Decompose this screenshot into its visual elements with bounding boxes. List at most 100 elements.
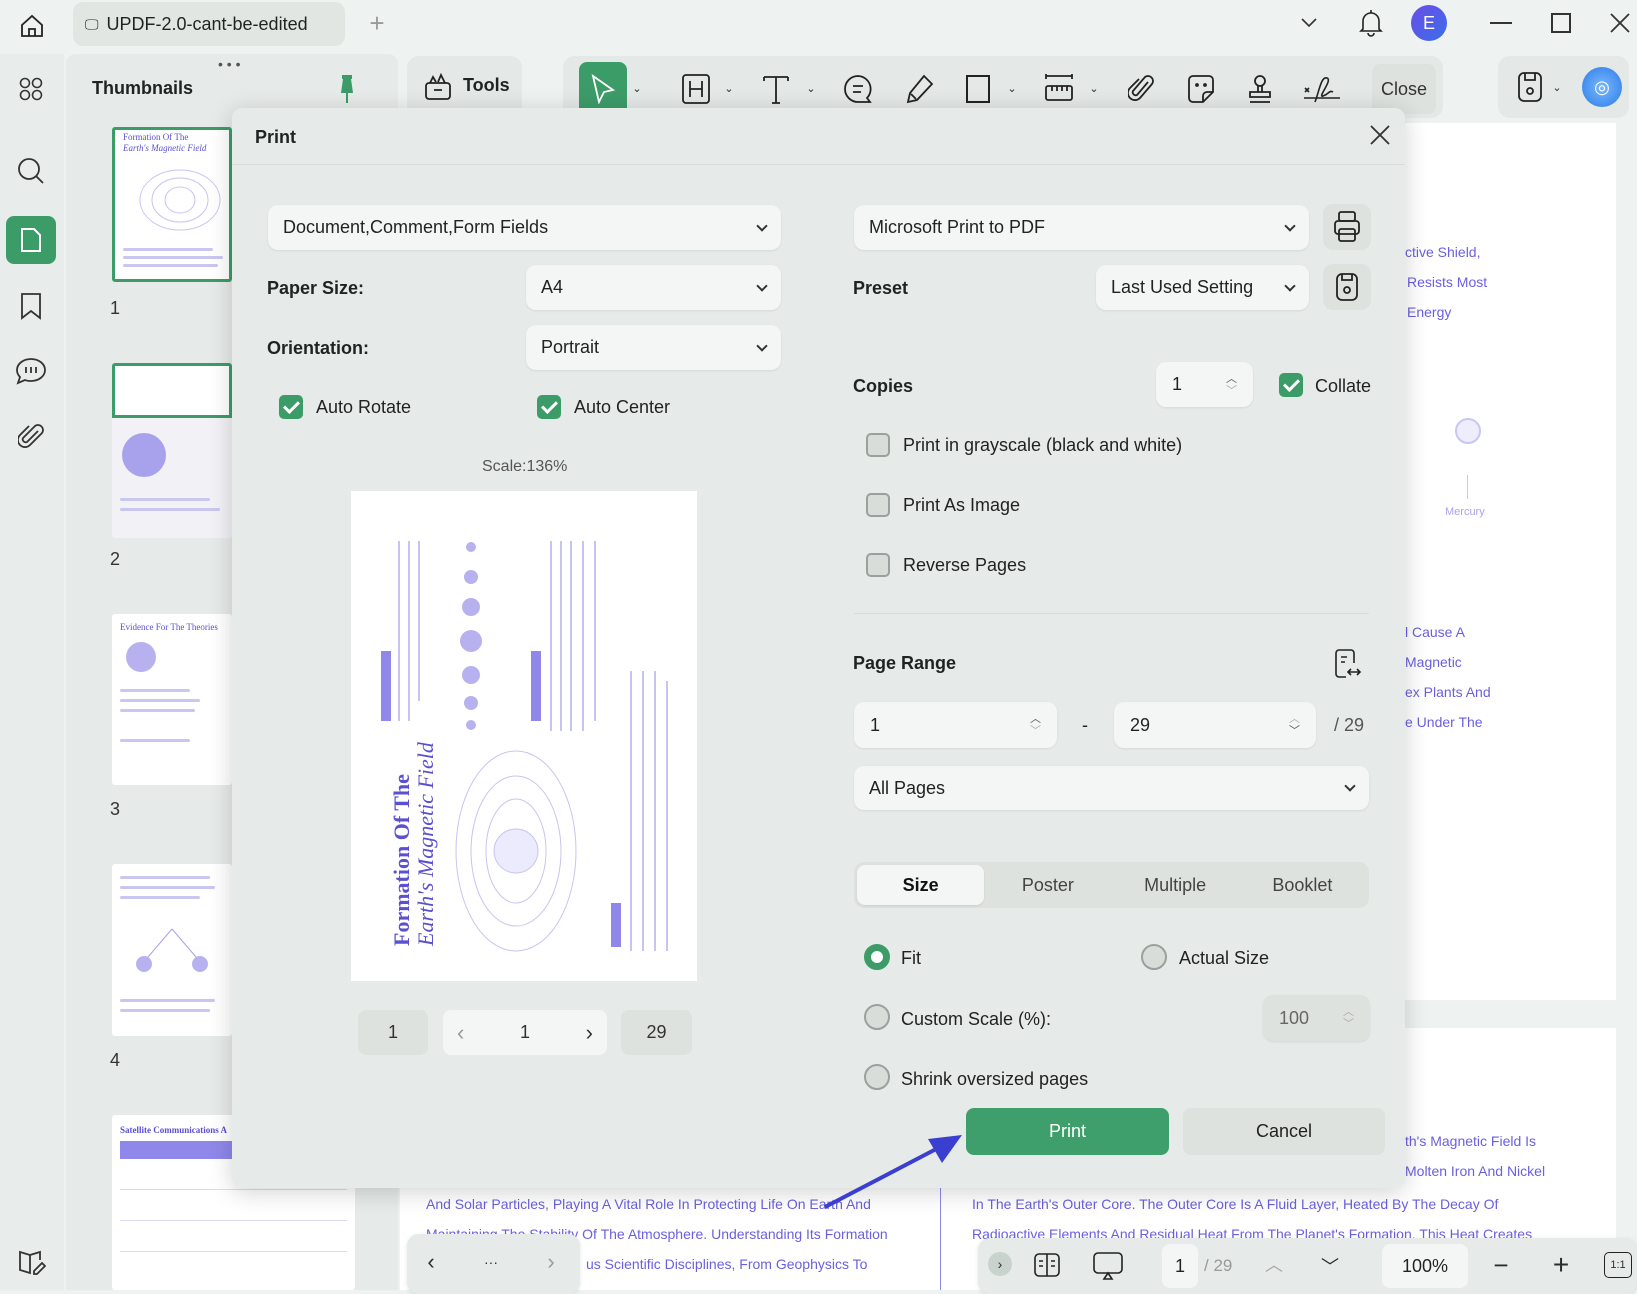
stepper-arrows-icon[interactable]: ︿﹀ [1289,713,1300,737]
document-tab[interactable]: 🖵 UPDF-2.0-cant-be-edited [73,2,345,46]
page-up-icon[interactable]: ︿ [1260,1250,1288,1278]
close-tools-button[interactable]: Close [1372,64,1436,114]
more-icon[interactable]: ··· [477,1248,505,1276]
text-icon[interactable] [760,72,792,106]
doc-text: Magnetic [1405,654,1462,670]
chevron-down-icon[interactable]: ⌄ [629,80,645,96]
attachment-icon[interactable] [16,420,46,454]
tab-multiple[interactable]: Multiple [1112,865,1239,905]
chevron-down-icon[interactable]: ⌄ [1086,80,1102,96]
current-page-input[interactable]: 1 [520,1022,530,1043]
thumbnail-page-4[interactable] [112,864,232,1036]
comment-icon[interactable] [842,72,874,106]
stepper-arrows-icon[interactable]: ︿﹀ [1343,1006,1354,1030]
signature-icon[interactable] [1302,72,1342,106]
previous-icon[interactable]: ‹ [417,1248,445,1276]
next-page-icon[interactable]: › [586,1020,593,1046]
copies-stepper[interactable]: 1 ︿﹀ [1156,362,1253,407]
auto-center-checkbox[interactable] [537,395,561,419]
page-total: / 29 [1204,1256,1232,1276]
bookmark-icon[interactable] [16,290,46,322]
thumbnail-page-3[interactable]: Evidence For The Theories [112,614,232,785]
page-layout-icon[interactable] [1032,1250,1062,1280]
fit-radio[interactable] [864,944,890,970]
attachment-icon[interactable] [1125,72,1157,106]
rectangle-icon[interactable] [962,72,994,106]
stamp-icon[interactable] [1244,72,1276,106]
actual-size-icon[interactable]: 1:1 [1604,1252,1632,1278]
chevron-down-icon[interactable]: ⌄ [803,80,819,96]
avatar[interactable]: E [1411,5,1447,41]
chevron-down-icon[interactable] [1296,10,1322,36]
home-icon[interactable] [14,8,50,44]
maximize-icon[interactable] [1546,8,1576,38]
pin-icon[interactable] [336,74,358,104]
pages-select[interactable]: All Pages [854,766,1369,810]
last-page-button[interactable]: 29 [621,1010,692,1055]
tab-poster[interactable]: Poster [984,865,1111,905]
reverse-pages-checkbox[interactable] [866,553,890,577]
actual-size-radio[interactable] [1141,944,1167,970]
range-to-stepper[interactable]: 29︿﹀ [1114,702,1316,748]
next-icon[interactable]: › [537,1248,565,1276]
range-from-stepper[interactable]: 1︿﹀ [854,702,1057,748]
measure-icon[interactable] [1043,72,1075,106]
pencil-icon[interactable] [904,72,936,106]
zoom-level[interactable]: 100% [1382,1244,1468,1288]
tab-size[interactable]: Size [857,865,984,905]
cancel-button[interactable]: Cancel [1183,1108,1385,1155]
save-preset-button[interactable] [1323,264,1371,310]
comment-icon[interactable] [13,354,49,388]
expand-icon[interactable]: › [988,1252,1012,1276]
printer-properties-button[interactable] [1323,204,1371,250]
first-page-button[interactable]: 1 [358,1010,428,1055]
grayscale-checkbox[interactable] [866,433,890,457]
chevron-down-icon[interactable]: ⌄ [1550,80,1564,94]
bell-icon[interactable] [1356,6,1386,40]
previous-page-icon[interactable]: ‹ [457,1020,464,1046]
chevron-down-icon[interactable]: ⌄ [721,80,737,96]
minimize-icon[interactable] [1486,8,1516,38]
reader-mode-icon[interactable] [16,1246,48,1278]
custom-scale-stepper[interactable]: 100︿﹀ [1263,995,1370,1041]
chevron-down-icon[interactable]: ⌄ [1004,80,1020,96]
printer-select[interactable]: Microsoft Print to PDF [854,205,1309,250]
thumbnail-page-1[interactable]: Formation Of The Earth's Magnetic Field [112,127,232,282]
close-window-icon[interactable] [1605,8,1635,38]
orientation-select[interactable]: Portrait [526,325,781,370]
zoom-in-icon[interactable]: + [1546,1250,1576,1280]
content-select[interactable]: Document,Comment,Form Fields [268,205,781,250]
print-button[interactable]: Print [966,1108,1169,1155]
custom-scale-radio[interactable] [864,1004,890,1030]
auto-rotate-checkbox[interactable] [279,395,303,419]
stepper-arrows-icon[interactable]: ︿﹀ [1030,713,1041,737]
ai-assistant-icon[interactable]: ◎ [1582,67,1622,107]
page-number-input[interactable]: 1 [1162,1244,1198,1288]
search-icon[interactable] [14,154,48,188]
paper-size-select[interactable]: A4 [526,265,781,310]
zoom-out-icon[interactable]: − [1486,1250,1516,1280]
presentation-icon[interactable] [1092,1250,1124,1282]
page-range-swap-icon[interactable] [1333,648,1363,680]
save-icon[interactable] [1516,70,1544,104]
stepper-arrows-icon[interactable]: ︿﹀ [1226,373,1237,397]
chevron-down-icon [1284,220,1295,231]
copies-value: 1 [1172,374,1182,395]
close-icon[interactable] [1365,120,1395,150]
highlight-icon[interactable] [680,72,712,106]
shrink-oversized-radio[interactable] [864,1064,890,1090]
preset-select[interactable]: Last Used Setting [1096,265,1309,310]
pages-panel-button[interactable] [6,216,56,264]
collate-label: Collate [1315,376,1371,397]
grid-icon[interactable] [16,74,46,104]
drag-handle[interactable]: • • • [218,56,240,72]
thumbnail-number: 3 [110,799,120,820]
page-down-icon[interactable]: ﹀ [1316,1252,1344,1280]
collate-checkbox[interactable] [1279,373,1303,397]
thumbnail-page-2[interactable] [112,363,232,538]
doc-text: e Under The [1405,714,1483,730]
print-as-image-checkbox[interactable] [866,493,890,517]
new-tab-plus-icon[interactable]: + [362,8,392,38]
sticker-icon[interactable] [1185,72,1217,106]
tab-booklet[interactable]: Booklet [1239,865,1366,905]
